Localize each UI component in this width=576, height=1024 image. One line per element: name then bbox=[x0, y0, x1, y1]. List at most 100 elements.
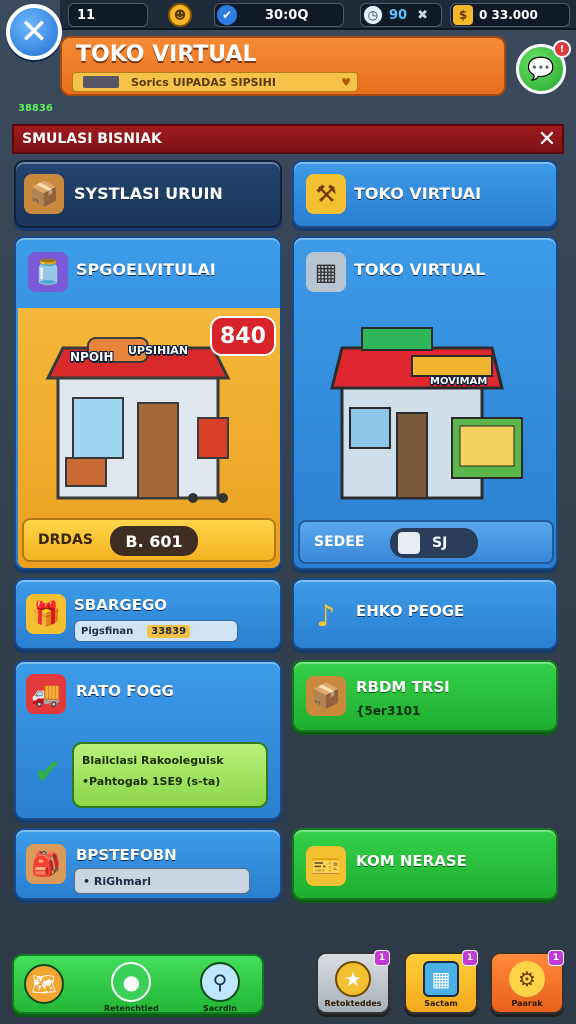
card-shop-right[interactable]: ▦ TOKO VIRTUAL MOVIMAM SEDEE SJ bbox=[292, 236, 558, 570]
shop-left-footer-value: B. 601 bbox=[125, 531, 183, 551]
bottom-button-3-caption: Paarak bbox=[511, 999, 543, 1008]
chat-icon: 💬 bbox=[527, 56, 555, 82]
shop-right-footer[interactable]: SEDEE SJ bbox=[298, 520, 554, 564]
checkmark-icon: ✔ bbox=[33, 752, 63, 792]
bottom-button-1-caption: Retokteddes bbox=[324, 999, 382, 1008]
home-circle-icon: ● bbox=[111, 962, 152, 1002]
store-roof-sign: NPOIH bbox=[70, 350, 114, 364]
sbargego-pill: Pigsfinan 33839 bbox=[74, 620, 238, 642]
backpack-icon: 🎒 bbox=[26, 844, 66, 884]
search-button-caption: Sacrdin bbox=[202, 1004, 237, 1013]
shop-right-footer-value: SJ bbox=[432, 535, 448, 551]
card-toko-virtual-top-label: TOKO VIRTUAI bbox=[354, 184, 482, 203]
page-title: TOKO VIRTUAL bbox=[76, 42, 257, 67]
home-button-caption: Retenchtied bbox=[104, 1004, 159, 1013]
small-counter: 38836 bbox=[18, 103, 53, 114]
coins-value: 0 33.000 bbox=[479, 8, 538, 22]
package-icon: 🎁 bbox=[26, 594, 66, 634]
map-button[interactable]: 🗺 bbox=[24, 964, 64, 1004]
flag-icon: ♪ bbox=[316, 598, 336, 634]
bottom-button-2-badge: 1 bbox=[462, 950, 478, 966]
gear-icon: ⚙ bbox=[509, 961, 545, 997]
info-box: Blailclasi Rakooleguisk •Pahtogab 1SE9 (… bbox=[72, 742, 268, 808]
bpstefobn-field[interactable]: • RiGhmarl bbox=[74, 868, 250, 894]
card-rato-fogg-label: RATO FOGG bbox=[76, 682, 174, 700]
gems-value: 90 bbox=[389, 7, 408, 23]
card-toko-virtual-top[interactable]: ⚒ TOKO VIRTUAI bbox=[292, 160, 558, 228]
card-spgoelvitulai-label: SPGOELVITULAI bbox=[76, 260, 216, 279]
subtitle-bar: Sorics UIPADAS SIPSIHI ♥ bbox=[72, 72, 358, 92]
bpstefobn-field-text: • RiGhmarl bbox=[83, 874, 152, 888]
tools-icon[interactable]: ✖ bbox=[417, 8, 428, 23]
card-systlasi-label: SYSTLASI URUIN bbox=[74, 184, 223, 203]
crate-icon: ▦ bbox=[306, 252, 346, 292]
heart-icon: ♥ bbox=[341, 75, 351, 89]
card-systlasi[interactable]: 📦 SYSTLASI URUIN bbox=[14, 160, 282, 228]
truck-red-icon: 🚚 bbox=[26, 674, 66, 714]
calendar-icon: ▦ bbox=[423, 961, 459, 997]
shop-left-footer-label: DRDAS bbox=[38, 532, 93, 548]
level-display: 11 bbox=[68, 3, 148, 27]
shield-stat: ✔ 30:0Q bbox=[214, 3, 344, 27]
medal-icon: ★ bbox=[335, 961, 371, 997]
card-kom-nerase-label: KOM NERASE bbox=[356, 852, 467, 870]
sbargego-pill-text: Pigsfinan bbox=[81, 625, 134, 637]
store-right-sign: MOVIMAM bbox=[430, 376, 488, 387]
close-button[interactable]: ✕ bbox=[6, 4, 62, 60]
search-button[interactable]: ⚲ Sacrdin bbox=[200, 962, 240, 1013]
card-kom-nerase[interactable]: 🎫 KOM NERASE bbox=[292, 828, 558, 900]
store-sign: UPSIHIAN bbox=[128, 344, 189, 357]
chat-badge: ! bbox=[553, 40, 571, 58]
bottom-button-3-badge: 1 bbox=[548, 950, 564, 966]
title-banner: TOKO VIRTUAL Sorics UIPADAS SIPSIHI ♥ bbox=[60, 36, 506, 96]
card-ehko-peoge[interactable]: ♪ EHKO PEOGE bbox=[292, 578, 558, 650]
card-sbargego-label: SBARGEGO bbox=[74, 596, 168, 614]
clock-icon: ◷ bbox=[363, 5, 383, 25]
shop-left-price-pill: B. 601 bbox=[110, 526, 198, 556]
price-tag-value: 840 bbox=[220, 323, 266, 349]
bottom-left-panel: 🗺 ● Retenchtied ⚲ Sacrdin bbox=[12, 954, 264, 1014]
ticket-icon: 🎫 bbox=[306, 846, 346, 886]
section-close-button[interactable]: ✕ bbox=[534, 126, 560, 152]
sbargego-pill-value: 33839 bbox=[147, 624, 191, 638]
home-button[interactable]: ● Retenchtied bbox=[104, 962, 159, 1013]
coin-icon: $ bbox=[453, 5, 473, 25]
shield-icon: ✔ bbox=[217, 5, 237, 25]
store-right-illustration bbox=[330, 327, 523, 500]
card-bpstefobn-label: BPSTEFOBN bbox=[76, 846, 177, 864]
bottom-button-1[interactable]: 1 ★ Retokteddes bbox=[316, 950, 390, 1014]
card-toko-virtual-second-label: TOKO VIRTUAL bbox=[354, 260, 486, 279]
card-rbdm-trsi-label: RBDM TRSI bbox=[356, 678, 450, 696]
shop-left-scene: UPSIHIAN NPOIH 840 DRDAS B. 601 bbox=[18, 308, 280, 568]
bottom-button-1-badge: 1 bbox=[374, 950, 390, 966]
card-ehko-peoge-label: EHKO PEOGE bbox=[356, 602, 465, 620]
gems-stat: ◷ 90 ✖ bbox=[360, 3, 442, 27]
pickaxe-icon: ⚒ bbox=[306, 174, 346, 214]
card-rbdm-trsi[interactable]: 📦 RBDM TRSI {5er3101 bbox=[292, 660, 558, 732]
subtitle-text: Sorics UIPADAS SIPSIHI bbox=[131, 75, 276, 89]
bottom-button-3[interactable]: 1 ⚙ Paarak bbox=[490, 950, 564, 1014]
info-box-line1: Blailclasi Rakooleguisk bbox=[82, 754, 224, 767]
bottom-button-2-caption: Sactam bbox=[424, 999, 458, 1008]
shield-value: 30:0Q bbox=[265, 7, 309, 23]
section-header: SMULASI BISNIAK bbox=[12, 124, 564, 154]
shop-left-footer[interactable]: DRDAS B. 601 bbox=[22, 518, 276, 562]
map-icon: 🗺 bbox=[24, 964, 64, 1004]
card-rbdm-trsi-sub: {5er3101 bbox=[356, 704, 421, 718]
close-icon: ✕ bbox=[19, 12, 49, 52]
card-bpstefobn[interactable]: 🎒 BPSTEFOBN • RiGhmarl bbox=[14, 828, 282, 900]
coins-stat: $ 0 33.000 bbox=[450, 3, 570, 27]
card-rato-fogg[interactable]: 🚚 RATO FOGG ✔ Blailclasi Rakooleguisk •P… bbox=[14, 660, 282, 820]
truck-icon bbox=[83, 76, 119, 88]
box-icon: 📦 bbox=[24, 174, 64, 214]
shop-right-footer-label: SEDEE bbox=[314, 534, 365, 550]
bottom-button-2[interactable]: 1 ▦ Sactam bbox=[404, 950, 478, 1014]
trophy-icon[interactable]: ☻ bbox=[168, 3, 192, 27]
card-shop-left[interactable]: 🫙 SPGOELVITULAI UPSIHIAN NPOIH 840 DRDAS… bbox=[14, 236, 282, 570]
card-sbargego[interactable]: 🎁 SBARGEGO Pigsfinan 33839 bbox=[14, 578, 282, 650]
box-open-icon: 📦 bbox=[306, 676, 346, 716]
search-icon: ⚲ bbox=[200, 962, 240, 1002]
shop-right-value-pill: SJ bbox=[390, 528, 478, 558]
jar-icon: 🫙 bbox=[28, 252, 68, 292]
info-box-line2: •Pahtogab 1SE9 (s-ta) bbox=[82, 775, 221, 788]
